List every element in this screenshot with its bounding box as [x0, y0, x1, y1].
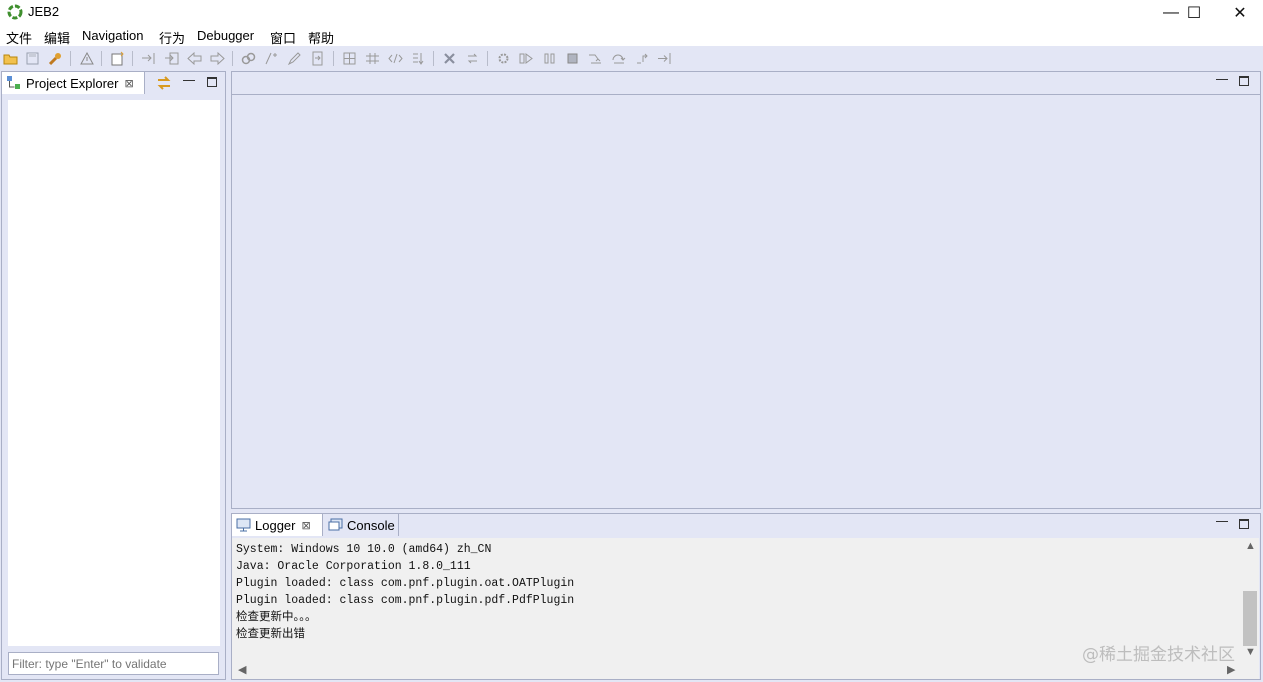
toolbar-separator [101, 51, 102, 66]
back-arrow-icon[interactable] [186, 50, 203, 67]
tab-project-explorer[interactable]: Project Explorer ⊠ [2, 72, 145, 94]
menu-edit[interactable]: 编辑 [44, 28, 70, 47]
grid-icon[interactable] [341, 50, 358, 67]
new-file-icon[interactable] [109, 50, 126, 67]
grid-alt-icon[interactable] [364, 50, 381, 67]
run-icon[interactable] [518, 50, 535, 67]
maximize-editor-button[interactable] [1239, 76, 1249, 86]
toolbar-separator [70, 51, 71, 66]
link-icon[interactable] [240, 50, 257, 67]
menu-file[interactable]: 文件 [6, 28, 32, 47]
close-tab-button[interactable]: ⊠ [301, 519, 310, 532]
log-line: Plugin loaded: class com.pnf.plugin.oat.… [236, 577, 575, 590]
step-into-icon[interactable] [587, 50, 604, 67]
debug-gear-icon[interactable] [495, 50, 512, 67]
watermark: @稀土掘金技术社区 [1082, 645, 1235, 665]
scroll-up-icon[interactable]: ▲ [1245, 540, 1256, 552]
log-scroll-thumb[interactable] [1243, 591, 1257, 646]
toolbar-separator [433, 51, 434, 66]
maximize-panel-button[interactable] [1239, 519, 1249, 529]
code-icon[interactable] [387, 50, 404, 67]
project-tree-icon [7, 76, 20, 89]
menu-debugger[interactable]: Debugger [197, 28, 254, 43]
run-to-line-icon[interactable] [656, 50, 673, 67]
tab-logger[interactable]: Logger ⊠ [232, 514, 323, 536]
minimize-editor-button[interactable] [1216, 75, 1228, 80]
log-line: Java: Oracle Corporation 1.8.0_111 [236, 560, 471, 573]
delete-icon[interactable] [441, 50, 458, 67]
jeb-logo-icon [7, 4, 23, 20]
menu-window[interactable]: 窗口 [270, 28, 296, 47]
menu-help[interactable]: 帮助 [308, 28, 334, 47]
wrench-icon[interactable] [46, 50, 63, 67]
warning-icon[interactable] [78, 50, 95, 67]
filter-input[interactable] [8, 652, 219, 675]
tab-label: Project Explorer [26, 75, 119, 91]
scroll-down-icon[interactable]: ▼ [1245, 646, 1256, 658]
menu-bar: 文件 编辑 Navigation 行为 Debugger 窗口 帮助 [0, 25, 1263, 46]
minimize-panel-button[interactable] [1216, 517, 1228, 522]
maximize-panel-button[interactable] [207, 77, 217, 87]
scroll-left-icon[interactable]: ◀ [238, 663, 246, 676]
tab-console[interactable]: Console [324, 514, 399, 536]
forward-arrow-icon[interactable] [209, 50, 226, 67]
tab-label: Console [347, 517, 395, 533]
comment-icon[interactable] [263, 50, 280, 67]
step-return-icon[interactable] [633, 50, 650, 67]
save-icon[interactable] [24, 50, 41, 67]
open-folder-icon[interactable] [2, 50, 19, 67]
menu-action[interactable]: 行为 [159, 28, 185, 47]
toolbar-separator [132, 51, 133, 66]
maximize-button[interactable]: ☐ [1171, 0, 1217, 25]
tab-label: Logger [255, 517, 296, 533]
menu-navigation[interactable]: Navigation [82, 28, 143, 43]
toolbar-separator [333, 51, 334, 66]
project-tree[interactable] [8, 100, 220, 646]
stop-icon[interactable] [564, 50, 581, 67]
export-icon[interactable] [163, 50, 180, 67]
editor-tab-strip [232, 72, 1260, 95]
jump-to-icon[interactable] [140, 50, 157, 67]
log-line: 检查更新中。。。 [236, 611, 317, 624]
minimize-panel-button[interactable] [183, 76, 195, 81]
console-icon [328, 518, 343, 531]
pause-icon[interactable] [541, 50, 558, 67]
toolbar [0, 46, 1263, 71]
window-title: JEB2 [28, 4, 60, 19]
close-window-button[interactable]: ✕ [1217, 0, 1263, 25]
log-line: Plugin loaded: class com.pnf.plugin.pdf.… [236, 594, 575, 607]
link-with-editor-icon[interactable] [155, 75, 173, 94]
close-tab-button[interactable]: ⊠ [124, 77, 133, 90]
logger-icon [236, 518, 251, 532]
refresh-icon[interactable] [464, 50, 481, 67]
rename-icon[interactable] [309, 50, 326, 67]
editor-area [231, 71, 1261, 509]
step-over-icon[interactable] [610, 50, 627, 67]
title-bar: JEB2 — ☐ ✕ [0, 0, 1263, 25]
decompile-icon[interactable] [410, 50, 427, 67]
log-line: System: Windows 10 10.0 (amd64) zh_CN [236, 543, 492, 556]
toolbar-separator [232, 51, 233, 66]
toolbar-separator [487, 51, 488, 66]
pencil-icon[interactable] [286, 50, 303, 67]
